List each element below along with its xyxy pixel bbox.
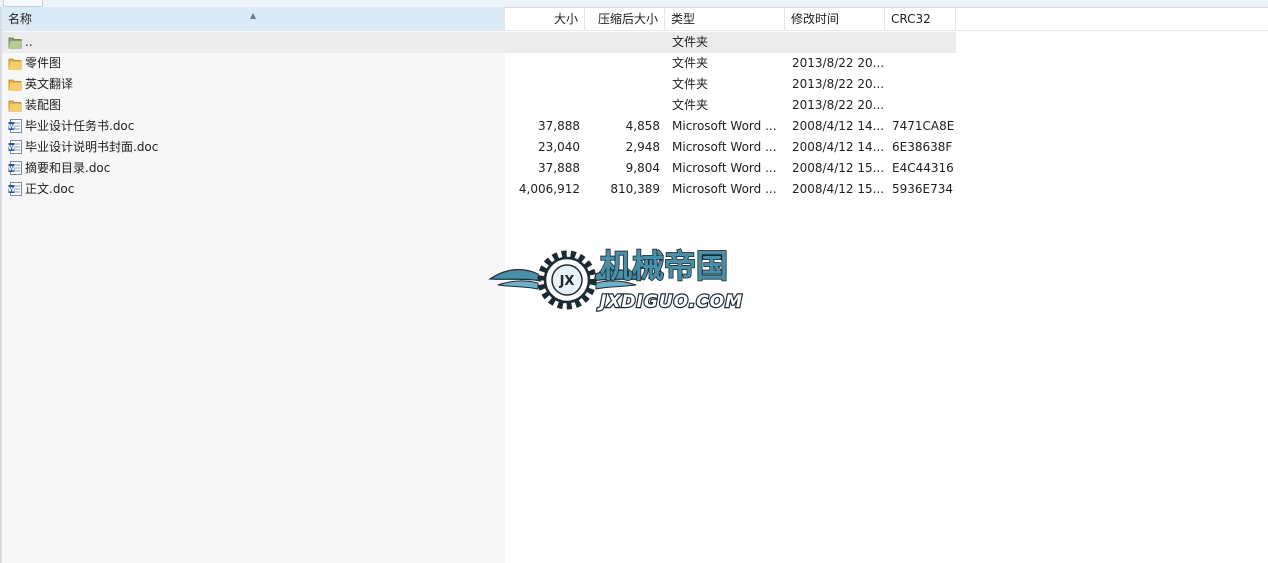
table-row[interactable]: W 摘要和目录.doc 37,888 9,804 Microsoft Word ... 2… — [2, 158, 956, 179]
file-modified: 2008/4/12 14... — [792, 119, 885, 133]
file-crc — [892, 32, 956, 53]
file-packed — [585, 95, 660, 116]
file-crc: E4C44316 — [892, 161, 954, 175]
file-type: 文件夹 — [672, 35, 709, 49]
file-type: Microsoft Word ... — [672, 182, 777, 196]
file-crc: 5936E734 — [892, 182, 954, 196]
file-modified: 2013/8/22 20... — [792, 56, 885, 70]
table-row[interactable]: .. 文件夹 — [2, 32, 956, 53]
file-name: 毕业设计任务书.doc — [25, 119, 135, 133]
column-header: 名称 ▲ 大小 压缩后大小 类型 修改时间 CRC32 — [2, 8, 1268, 30]
table-row[interactable]: W 毕业设计说明书封面.doc 23,040 2,948 Microsoft Word … — [2, 137, 956, 158]
file-size — [505, 74, 580, 95]
file-type: Microsoft Word ... — [672, 119, 777, 133]
file-packed — [585, 32, 660, 53]
folder-icon — [8, 98, 22, 112]
file-modified: 2008/4/12 15... — [792, 182, 885, 196]
file-packed: 2,948 — [625, 140, 660, 154]
column-header-name[interactable]: 名称 ▲ — [2, 8, 505, 30]
svg-text:JX: JX — [559, 274, 575, 289]
column-packed-label: 压缩后大小 — [597, 12, 658, 26]
file-size — [505, 95, 580, 116]
file-type: 文件夹 — [672, 56, 709, 70]
file-size: 23,040 — [538, 140, 580, 154]
file-type: 文件夹 — [672, 77, 709, 91]
file-modified: 2008/4/12 14... — [792, 140, 885, 154]
file-modified: 2008/4/12 15... — [792, 161, 885, 175]
watermark-subtitle: JXDIGUO.COM — [597, 292, 743, 312]
file-crc: 7471CA8E — [892, 119, 955, 133]
table-row[interactable]: W 正文.doc 4,006,912 810,389 Microsoft Word ..… — [2, 179, 956, 200]
sort-ascending-icon: ▲ — [250, 11, 257, 20]
column-crc-label: CRC32 — [891, 12, 931, 26]
svg-text:W: W — [8, 124, 15, 131]
file-size: 4,006,912 — [518, 182, 580, 196]
table-row[interactable]: 英文翻译 文件夹 2013/8/22 20... — [2, 74, 956, 95]
file-modified: 2013/8/22 20... — [792, 98, 885, 112]
table-row[interactable]: W 毕业设计任务书.doc 37,888 4,858 Microsoft Word ..… — [2, 116, 956, 137]
column-type-label: 类型 — [671, 12, 696, 26]
file-size — [505, 32, 580, 53]
file-packed — [585, 53, 660, 74]
svg-text:W: W — [8, 145, 15, 152]
file-size: 37,888 — [538, 161, 580, 175]
file-packed: 810,389 — [610, 182, 660, 196]
file-crc: 6E38638F — [892, 140, 953, 154]
file-name: 英文翻译 — [25, 77, 74, 91]
watermark-title: 机械帝国 — [600, 247, 728, 285]
word-doc-icon: W — [8, 182, 22, 196]
folder-icon — [8, 56, 22, 70]
column-header-type[interactable]: 类型 — [665, 8, 785, 30]
column-header-modified[interactable]: 修改时间 — [785, 8, 885, 30]
word-doc-icon: W — [8, 140, 22, 154]
parent-folder-icon — [8, 35, 22, 49]
file-name: 零件图 — [25, 56, 62, 70]
table-row[interactable]: 零件图 文件夹 2013/8/22 20... — [2, 53, 956, 74]
file-name: .. — [25, 35, 33, 49]
file-packed: 4,858 — [625, 119, 660, 133]
file-type: Microsoft Word ... — [672, 161, 777, 175]
file-size — [505, 53, 580, 74]
column-name-label: 名称 — [8, 12, 33, 26]
file-name: 装配图 — [25, 98, 62, 112]
file-name: 摘要和目录.doc — [25, 161, 111, 175]
file-crc — [892, 74, 956, 95]
column-header-crc[interactable]: CRC32 — [885, 8, 956, 30]
file-size: 37,888 — [538, 119, 580, 133]
file-crc — [892, 95, 956, 116]
column-modified-label: 修改时间 — [791, 12, 840, 26]
file-name: 毕业设计说明书封面.doc — [25, 140, 159, 154]
folder-icon — [8, 77, 22, 91]
file-modified — [792, 32, 886, 53]
word-doc-icon: W — [8, 161, 22, 175]
tab-stub[interactable] — [3, 0, 43, 7]
file-packed: 9,804 — [625, 161, 660, 175]
svg-text:W: W — [8, 166, 15, 173]
file-name: 正文.doc — [25, 182, 75, 196]
file-type: 文件夹 — [672, 98, 709, 112]
word-doc-icon: W — [8, 119, 22, 133]
column-header-packed-size[interactable]: 压缩后大小 — [585, 8, 665, 30]
watermark-logo: JX 机械帝国 JXDIGUO.COM — [488, 247, 743, 313]
svg-text:W: W — [8, 187, 15, 194]
file-modified: 2013/8/22 20... — [792, 77, 885, 91]
table-row[interactable]: 装配图 文件夹 2013/8/22 20... — [2, 95, 956, 116]
column-header-size[interactable]: 大小 — [505, 8, 585, 30]
file-crc — [892, 53, 956, 74]
file-packed — [585, 74, 660, 95]
file-type: Microsoft Word ... — [672, 140, 777, 154]
column-size-label: 大小 — [553, 12, 578, 26]
